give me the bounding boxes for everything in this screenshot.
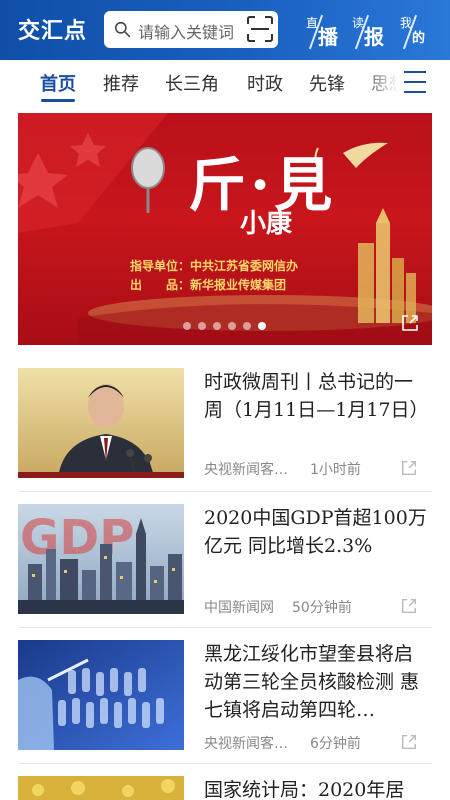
news-time: 50分钟前 xyxy=(292,600,352,616)
news-source: 中国新闻网 xyxy=(204,600,274,616)
carousel-dot xyxy=(243,322,251,330)
carousel-dot xyxy=(183,322,191,330)
banner-carousel[interactable]: 斤·見 小康 指导单位：中共江苏省委网信办 出 品：新华报业传媒集团 xyxy=(18,113,432,345)
divider xyxy=(18,491,432,492)
news-item[interactable]: 时政微周刊丨总书记的一周（1月11日—1月17日） 央视新闻客… 1小时前 xyxy=(18,368,432,478)
carousel-dot xyxy=(198,322,206,330)
carousel-dot xyxy=(228,322,236,330)
share-icon[interactable] xyxy=(400,313,420,333)
news-source: 央视新闻客… xyxy=(204,462,288,478)
tab-pioneer[interactable]: 先锋 xyxy=(309,70,345,96)
share-icon[interactable] xyxy=(400,459,418,477)
carousel-dot xyxy=(213,322,221,330)
svg-text:GDP: GDP xyxy=(20,510,134,566)
banner-publisher-line: 出 品：新华报业传媒集团 xyxy=(130,278,287,292)
share-icon[interactable] xyxy=(400,733,418,751)
news-time: 6分钟前 xyxy=(310,736,361,752)
news-item[interactable]: GDP 2020中国GDP首超100万亿元 同比增长2.3% 中国新闻网 50分… xyxy=(18,504,432,616)
banner-subtitle: 小康 xyxy=(240,209,293,239)
app-logo[interactable]: 交汇点 xyxy=(18,13,87,45)
active-tab-indicator xyxy=(41,99,75,102)
divider xyxy=(18,627,432,628)
news-time: 1小时前 xyxy=(310,462,361,478)
tab-yangtze-delta[interactable]: 长三角 xyxy=(165,70,219,96)
news-title: 国家统计局：2020年居 xyxy=(204,779,405,800)
divider xyxy=(18,763,432,764)
carousel-dot-active xyxy=(258,322,266,330)
news-title: 2020中国GDP首超100万亿元 同比增长2.3% xyxy=(204,507,427,557)
news-title: 时政微周刊丨总书记的一周（1月11日—1月17日） xyxy=(204,371,429,421)
channel-menu-button[interactable] xyxy=(400,67,430,97)
top-header: 交汇点 请输入关键词 直 播 读 报 我 的 xyxy=(0,0,450,60)
search-input[interactable]: 请输入关键词 xyxy=(138,19,234,43)
news-item[interactable]: 国家统计局：2020年居 xyxy=(18,776,432,800)
news-thumbnail: GDP xyxy=(18,504,184,614)
tab-home[interactable]: 首页 xyxy=(40,70,76,96)
news-thumbnail xyxy=(18,640,184,750)
news-thumbnail xyxy=(18,776,184,800)
news-source: 央视新闻客… xyxy=(204,736,288,752)
scan-icon[interactable] xyxy=(247,16,273,42)
channel-tabs: 首页 推荐 长三角 时政 先锋 思想 xyxy=(0,60,450,106)
tab-politics[interactable]: 时政 xyxy=(247,70,283,96)
banner-guide-line: 指导单位：中共江苏省委网信办 xyxy=(130,259,299,273)
tab-recommend[interactable]: 推荐 xyxy=(103,70,139,96)
news-thumbnail xyxy=(18,368,184,478)
news-title: 黑龙江绥化市望奎县将启动第三轮全员核酸检测 惠七镇将启动第四轮… xyxy=(204,643,420,721)
news-item[interactable]: 黑龙江绥化市望奎县将启动第三轮全员核酸检测 惠七镇将启动第四轮… 央视新闻客… … xyxy=(18,640,432,752)
share-icon[interactable] xyxy=(400,597,418,615)
search-icon xyxy=(114,21,131,38)
